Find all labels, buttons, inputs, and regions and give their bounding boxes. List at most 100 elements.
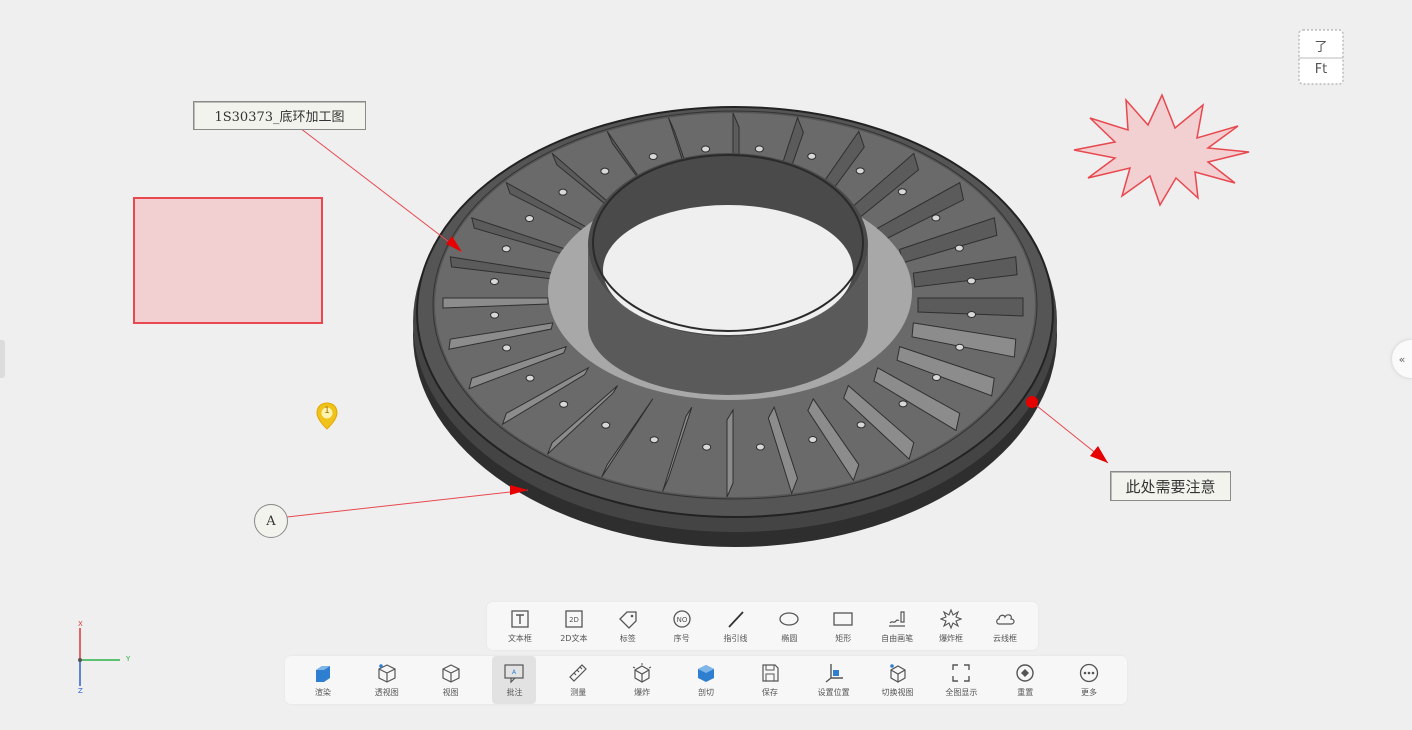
save-icon xyxy=(762,664,779,682)
tool-set-position[interactable]: 设置位置 xyxy=(812,656,856,704)
leader-line-icon xyxy=(727,611,744,628)
view-cube[interactable]: 了 Ft xyxy=(1297,28,1345,86)
bolt-hole xyxy=(754,145,764,153)
rectangle-annotation[interactable] xyxy=(133,197,323,324)
tool-fit-all[interactable]: 全图显示 xyxy=(939,656,983,704)
main-toolbar: 渲染 透视图 视图 A 批注 测量 爆炸 剖切 保存 设置位置 切换视图 全图显… xyxy=(285,656,1127,704)
tool-leader-line[interactable]: 指引线 xyxy=(714,602,758,650)
tool-reset[interactable]: 重置 xyxy=(1003,656,1047,704)
tool-measure[interactable]: 测量 xyxy=(556,656,600,704)
svg-text:NO: NO xyxy=(676,616,687,624)
tag-icon xyxy=(618,611,637,629)
tool-label: 自由画笔 xyxy=(881,634,914,643)
switch-view-icon xyxy=(889,664,906,683)
svg-text:2D: 2D xyxy=(569,616,579,624)
tool-label: 渲染 xyxy=(314,688,331,697)
tool-label: 序号 xyxy=(673,634,690,643)
tool-label: 剖切 xyxy=(697,688,714,697)
bolt-hole xyxy=(490,311,500,319)
bolt-hole xyxy=(931,214,941,222)
bolt-hole xyxy=(701,145,711,153)
tool-label: 设置位置 xyxy=(817,688,850,697)
marker-pin-icon[interactable]: 1 xyxy=(316,402,338,430)
balloon-annotation[interactable]: A xyxy=(254,504,288,538)
bolt-hole xyxy=(649,436,659,444)
tool-label: 2D文本 xyxy=(560,634,588,643)
attention-leader-dot xyxy=(1026,396,1038,408)
bolt-hole xyxy=(559,400,569,408)
bolt-hole xyxy=(600,167,610,175)
tool-rectangle[interactable]: 矩形 xyxy=(821,602,865,650)
3d-viewport[interactable]: 1S30373_底环加工图 此处需要注意 A 1 了 Ft « X Y Z 文本… xyxy=(0,0,1412,730)
tool-label: 重置 xyxy=(1017,688,1034,697)
tool-section[interactable]: 剖切 xyxy=(684,656,728,704)
axis-triad: X Y Z xyxy=(64,620,144,700)
attention-leader-arrow xyxy=(1090,446,1108,463)
bolt-hole xyxy=(525,374,535,382)
center-hole xyxy=(603,205,853,335)
tool-ellipse[interactable]: 椭圆 xyxy=(767,602,811,650)
tool-label: 切换视图 xyxy=(881,688,914,697)
attention-note-label[interactable]: 此处需要注意 xyxy=(1110,471,1231,501)
tool-switch-view[interactable]: 切换视图 xyxy=(876,656,920,704)
tool-tag[interactable]: 标签 xyxy=(606,602,650,650)
bolt-hole xyxy=(702,443,712,451)
tool-label: 椭圆 xyxy=(781,634,798,643)
tool-more[interactable]: 更多 xyxy=(1067,656,1111,704)
drawing-title-label[interactable]: 1S30373_底环加工图 xyxy=(193,101,366,130)
tool-text-box[interactable]: 文本框 xyxy=(498,602,542,650)
tool-label: 指引线 xyxy=(723,634,748,643)
bolt-hole xyxy=(502,344,512,352)
tool-burst-box[interactable]: 爆炸框 xyxy=(929,602,973,650)
left-panel-handle[interactable] xyxy=(0,340,5,378)
tool-label: 文本框 xyxy=(507,634,532,643)
bolt-hole xyxy=(955,343,965,351)
bolt-hole xyxy=(897,188,907,196)
svg-text:A: A xyxy=(512,669,517,676)
bolt-hole xyxy=(525,214,535,222)
more-icon xyxy=(1079,663,1099,683)
sequence-number-icon: NO xyxy=(672,610,691,628)
view-icon xyxy=(442,664,460,683)
bolt-hole xyxy=(954,244,964,252)
cloud-box-icon xyxy=(996,614,1015,625)
bolt-hole xyxy=(755,443,765,451)
bolt-hole xyxy=(931,374,941,382)
tool-label: 批注 xyxy=(506,688,523,697)
bolt-hole xyxy=(966,277,976,285)
axis-y-label: Y xyxy=(126,655,131,663)
tool-label: 爆炸框 xyxy=(939,634,964,643)
bolt-hole xyxy=(558,188,568,196)
tool-free-pen[interactable]: 自由画笔 xyxy=(875,602,919,650)
bolt-hole xyxy=(489,278,499,286)
bolt-hole xyxy=(807,152,817,160)
tool-explode[interactable]: 爆炸 xyxy=(620,656,664,704)
tool-save[interactable]: 保存 xyxy=(748,656,792,704)
tool-label: 视图 xyxy=(442,688,459,697)
tool-label: 透视图 xyxy=(374,688,399,697)
tool-annotate[interactable]: A 批注 xyxy=(492,656,537,704)
view-cube-top-face[interactable]: 了 xyxy=(1297,36,1345,55)
tool-2d-text[interactable]: 2D 2D文本 xyxy=(552,602,596,650)
bolt-hole xyxy=(648,153,658,161)
axis-z-label: Z xyxy=(78,687,83,695)
tool-label: 更多 xyxy=(1081,688,1098,697)
measure-icon xyxy=(569,664,588,682)
fit-all-icon xyxy=(952,664,971,682)
bolt-hole xyxy=(501,245,511,253)
title-leader-line xyxy=(299,127,463,253)
burst-box-icon xyxy=(940,608,963,630)
tool-view[interactable]: 视图 xyxy=(429,656,473,704)
tool-sequence-number[interactable]: NO 序号 xyxy=(660,602,704,650)
tool-cloud-box[interactable]: 云线框 xyxy=(983,602,1027,650)
set-position-icon xyxy=(825,664,843,683)
rib-plate xyxy=(726,408,734,498)
tool-label: 保存 xyxy=(761,688,778,697)
section-icon xyxy=(697,665,714,682)
view-cube-front-face[interactable]: Ft xyxy=(1297,62,1345,77)
text-box-icon xyxy=(511,610,529,628)
bolt-hole xyxy=(808,435,818,443)
tool-render[interactable]: 渲染 xyxy=(301,656,345,704)
balloon-leader-line xyxy=(286,489,529,518)
tool-perspective[interactable]: 透视图 xyxy=(365,656,409,704)
